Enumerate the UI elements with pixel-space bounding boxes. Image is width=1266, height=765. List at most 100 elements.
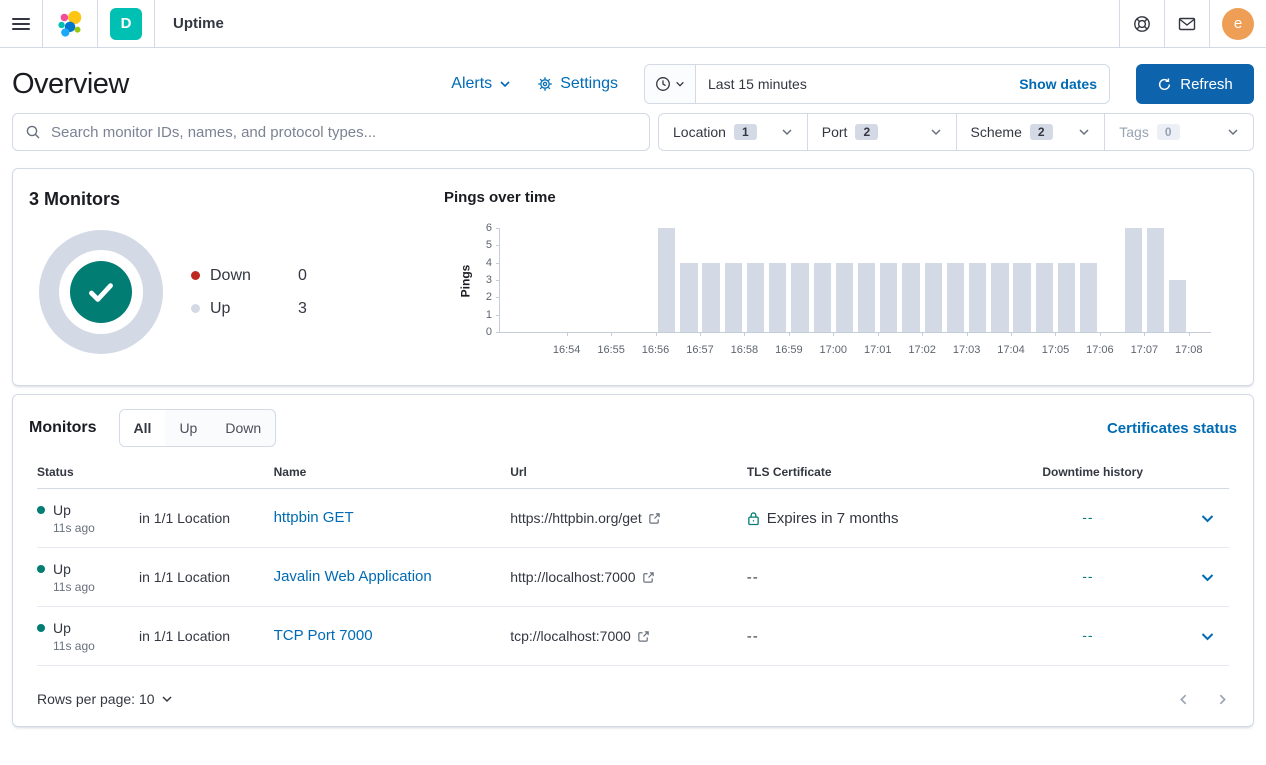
monitor-url: https://httpbin.org/get — [510, 510, 642, 526]
top-navigation-bar: D Uptime e — [0, 0, 1266, 48]
status-up-dot-icon — [37, 565, 45, 573]
ping-bar — [991, 263, 1008, 332]
previous-page-button[interactable] — [1177, 693, 1190, 706]
monitor-name-link[interactable]: httpbin GET — [274, 509, 354, 526]
chevron-down-icon — [1200, 511, 1215, 526]
status-text: Up — [53, 620, 71, 636]
tab-all[interactable]: All — [120, 410, 166, 446]
ping-bar — [858, 263, 875, 332]
expand-row-button[interactable] — [1185, 570, 1229, 585]
certificates-status-link[interactable]: Certificates status — [1107, 420, 1237, 437]
last-check-time: 11s ago — [53, 580, 139, 594]
ping-bar — [947, 263, 964, 332]
filter-port[interactable]: Port 2 — [808, 114, 957, 150]
monitor-name-link[interactable]: Javalin Web Application — [274, 568, 432, 585]
gear-icon — [537, 76, 553, 92]
x-axis-tick-label: 17:03 — [945, 344, 989, 356]
last-check-time: 11s ago — [53, 521, 139, 535]
x-axis-tick — [700, 332, 701, 336]
x-axis-tick-label: 16:58 — [722, 344, 766, 356]
monitor-url: http://localhost:7000 — [510, 569, 635, 585]
tls-expiry: -- — [747, 569, 759, 586]
rows-per-page-button[interactable]: Rows per page: 10 — [37, 691, 173, 707]
monitor-name-link[interactable]: TCP Port 7000 — [274, 627, 373, 644]
monitor-search — [12, 113, 650, 151]
y-axis-tick-label: 1 — [470, 309, 500, 321]
filter-count-badge: 0 — [1157, 124, 1180, 140]
ping-bar — [658, 228, 675, 332]
external-link-icon[interactable] — [637, 630, 650, 643]
next-page-button[interactable] — [1216, 693, 1229, 706]
avatar: e — [1222, 8, 1254, 40]
tab-up[interactable]: Up — [165, 410, 211, 446]
search-input[interactable] — [51, 124, 637, 141]
external-link-icon[interactable] — [648, 512, 661, 525]
column-header-tls: TLS Certificate — [747, 465, 1043, 479]
x-axis-tick — [1011, 332, 1012, 336]
x-axis-tick-label: 16:57 — [678, 344, 722, 356]
monitor-table-row: Up 11s ago in 1/1 Location Javalin Web A… — [37, 548, 1229, 607]
chevron-down-icon — [161, 693, 173, 705]
snapshot-panel: 3 Monitors Down 0 — [12, 168, 1254, 386]
ping-bar — [1013, 263, 1030, 332]
y-axis-tick-label: 6 — [470, 222, 500, 234]
settings-link[interactable]: Settings — [537, 75, 618, 93]
monitor-table-row: Up 11s ago in 1/1 Location httpbin GET h… — [37, 489, 1229, 548]
user-menu-button[interactable]: e — [1209, 0, 1266, 47]
ping-bar — [1058, 263, 1075, 332]
newsfeed-button[interactable] — [1164, 0, 1209, 47]
ping-bar — [902, 263, 919, 332]
y-axis-tick-label: 0 — [470, 326, 500, 338]
refresh-button[interactable]: Refresh — [1136, 64, 1254, 104]
ping-bar — [1147, 228, 1164, 332]
search-icon — [25, 124, 41, 140]
chevron-down-icon — [1078, 126, 1090, 138]
x-axis-tick — [878, 332, 879, 336]
expand-row-button[interactable] — [1185, 511, 1229, 526]
monitor-url: tcp://localhost:7000 — [510, 628, 631, 644]
ping-bar — [769, 263, 786, 332]
y-axis-tick-label: 3 — [470, 274, 500, 286]
chevron-down-icon — [1200, 629, 1215, 644]
ping-bar — [880, 263, 897, 332]
external-link-icon[interactable] — [642, 571, 655, 584]
deployment-badge[interactable]: D — [98, 0, 155, 47]
up-count: 3 — [298, 300, 307, 318]
time-range-picker: Last 15 minutes Show dates — [644, 64, 1110, 104]
alerts-dropdown[interactable]: Alerts — [451, 75, 511, 93]
monitors-panel: Monitors All Up Down Certificates status… — [12, 394, 1254, 727]
chevron-left-icon — [1177, 693, 1190, 706]
x-axis-tick — [1100, 332, 1101, 336]
elastic-logo[interactable] — [43, 0, 98, 47]
x-axis-tick-label: 17:07 — [1122, 344, 1166, 356]
x-axis-tick — [1189, 332, 1190, 336]
help-button[interactable] — [1119, 0, 1164, 47]
expand-row-button[interactable] — [1185, 629, 1229, 644]
legend-up: Up 3 — [191, 300, 307, 318]
ping-bar — [1125, 228, 1142, 332]
ping-bar — [814, 263, 831, 332]
time-range-value[interactable]: Last 15 minutes — [696, 76, 1007, 92]
x-axis-tick — [656, 332, 657, 336]
up-dot-icon — [191, 304, 200, 313]
filter-scheme[interactable]: Scheme 2 — [957, 114, 1106, 150]
ping-bar — [680, 263, 697, 332]
chevron-down-icon — [1227, 126, 1239, 138]
filter-count-badge: 2 — [855, 124, 878, 140]
quick-select-menu[interactable] — [645, 65, 696, 103]
downtime-history-value: -- — [1082, 627, 1093, 643]
tls-expiry: Expires in 7 months — [767, 510, 899, 527]
ping-bar — [969, 263, 986, 332]
filter-location[interactable]: Location 1 — [659, 114, 808, 150]
status-donut-chart — [39, 230, 163, 354]
x-axis-tick-label: 17:05 — [1033, 344, 1077, 356]
downtime-history-value: -- — [1082, 568, 1093, 584]
column-header-downtime: Downtime history — [1042, 465, 1185, 479]
chevron-down-icon — [930, 126, 942, 138]
x-axis-tick — [789, 332, 790, 336]
menu-button[interactable] — [0, 0, 43, 47]
show-dates-button[interactable]: Show dates — [1007, 76, 1109, 92]
legend-down: Down 0 — [191, 267, 307, 285]
tab-down[interactable]: Down — [211, 410, 275, 446]
ping-bar — [725, 263, 742, 332]
